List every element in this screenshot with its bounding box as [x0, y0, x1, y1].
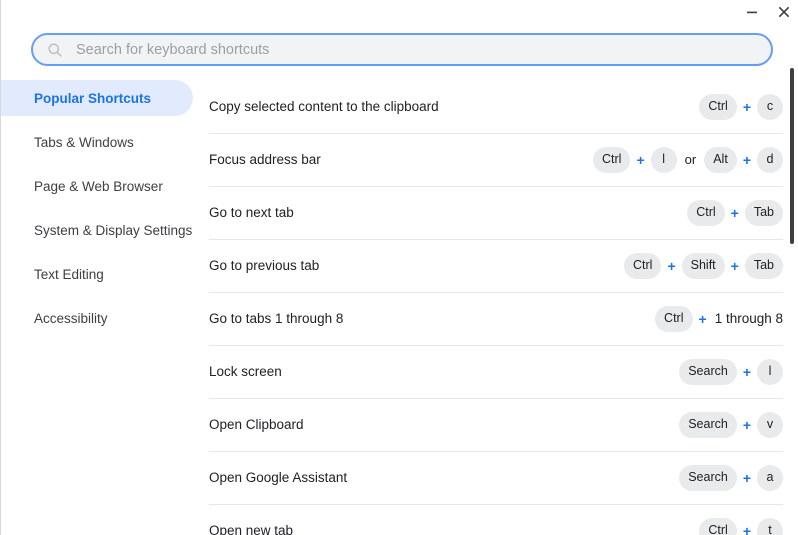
shortcut-description: Open Google Assistant: [209, 470, 348, 485]
key-chip: Tab: [744, 252, 783, 279]
shortcut-description: Open Clipboard: [209, 417, 304, 432]
shortcut-description: Go to tabs 1 through 8: [209, 311, 344, 326]
sidebar-item-page-and-web-browser[interactable]: Page & Web Browser: [1, 168, 193, 204]
shortcut-description: Go to next tab: [209, 205, 294, 220]
key-chip: l: [650, 146, 677, 173]
close-button[interactable]: [769, 0, 798, 24]
key-chip: Tab: [744, 199, 783, 226]
shortcut-description: Focus address bar: [209, 152, 321, 167]
key-chip: Ctrl: [624, 252, 662, 279]
key-chip: Alt: [704, 146, 737, 173]
sidebar-item-popular-shortcuts[interactable]: Popular Shortcuts: [1, 80, 193, 116]
sidebar-item-label: System & Display Settings: [34, 222, 193, 238]
key-chip: Ctrl: [699, 517, 737, 535]
shortcut-row: Open new tab Ctrl + t: [193, 504, 798, 535]
key-plus-separator: +: [742, 469, 751, 486]
key-plus-separator: +: [742, 98, 751, 115]
key-chip: v: [757, 411, 783, 438]
search-input[interactable]: [76, 39, 757, 60]
key-chip: Ctrl: [687, 199, 725, 226]
shortcut-description: Go to previous tab: [209, 258, 320, 273]
key-chip: a: [757, 464, 783, 491]
key-plus-separator: +: [742, 151, 751, 168]
key-plus-separator: +: [730, 257, 739, 274]
key-plain-text: 1 through 8: [714, 310, 783, 326]
shortcut-row: Open Clipboard Search + v: [193, 398, 798, 451]
key-chip: c: [757, 93, 783, 120]
sidebar-item-tabs-and-windows[interactable]: Tabs & Windows: [1, 124, 193, 160]
shortcut-description: Copy selected content to the clipboard: [209, 99, 439, 114]
key-plus-separator: +: [742, 416, 751, 433]
key-chip: Ctrl: [593, 146, 631, 173]
shortcut-row: Open Google Assistant Search + a: [193, 451, 798, 504]
shortcut-keys: Ctrl + l or Alt + d: [593, 146, 783, 173]
key-chip: d: [757, 146, 783, 173]
shortcut-keys: Ctrl + Shift + Tab: [624, 252, 783, 279]
sidebar-item-label: Accessibility: [34, 310, 108, 326]
key-plus-separator: +: [730, 204, 739, 221]
sidebar-item-accessibility[interactable]: Accessibility: [1, 300, 193, 336]
shortcut-description: Open new tab: [209, 523, 294, 535]
sidebar-item-label: Popular Shortcuts: [34, 90, 152, 106]
shortcut-keys: Ctrl + t: [699, 517, 783, 535]
key-or-separator: or: [684, 152, 697, 167]
main-content: Popular Shortcuts Tabs & Windows Page & We…: [1, 80, 798, 535]
search-bar[interactable]: [31, 33, 773, 66]
sidebar-item-label: Page & Web Browser: [34, 178, 163, 194]
title-bar: [1, 0, 798, 24]
shortcut-keys: Search + a: [679, 464, 783, 491]
shortcut-row: Lock screen Search + l: [193, 345, 798, 398]
key-plus-separator: +: [636, 151, 645, 168]
shortcut-keys: Ctrl + c: [699, 93, 783, 120]
shortcut-row: Copy selected content to the clipboard Ct…: [193, 80, 798, 133]
key-chip: Shift: [681, 252, 725, 279]
sidebar-item-label: Text Editing: [34, 266, 104, 282]
sidebar-item-text-editing[interactable]: Text Editing: [1, 256, 193, 292]
shortcut-keys: Search + l: [679, 358, 783, 385]
key-chip: Ctrl: [699, 93, 737, 120]
shortcut-row: Go to previous tab Ctrl + Shift + Tab: [193, 239, 798, 292]
key-plus-separator: +: [742, 522, 751, 535]
sidebar: Popular Shortcuts Tabs & Windows Page & We…: [1, 80, 193, 535]
keyboard-shortcuts-window: Popular Shortcuts Tabs & Windows Page & We…: [0, 0, 798, 535]
key-chip: t: [757, 517, 783, 535]
key-chip: Search: [679, 358, 737, 385]
shortcut-keys: Ctrl + Tab: [687, 199, 783, 226]
key-plus-separator: +: [698, 310, 707, 327]
scrollbar-thumb[interactable]: [790, 68, 794, 244]
shortcut-row: Go to tabs 1 through 8 Ctrl +1 through 8: [193, 292, 798, 345]
key-chip: Search: [679, 464, 737, 491]
shortcut-row: Go to next tab Ctrl + Tab: [193, 186, 798, 239]
sidebar-item-system-and-display-settings[interactable]: System & Display Settings: [1, 212, 193, 248]
minimize-button[interactable]: [737, 0, 767, 24]
shortcut-row: Focus address bar Ctrl + l or Alt + d: [193, 133, 798, 186]
key-plus-separator: +: [667, 257, 676, 274]
key-plus-separator: +: [742, 363, 751, 380]
shortcut-list: Copy selected content to the clipboard Ct…: [193, 80, 798, 535]
shortcut-description: Lock screen: [209, 364, 282, 379]
search-icon: [47, 42, 63, 58]
sidebar-item-label: Tabs & Windows: [34, 134, 134, 150]
key-chip: l: [757, 358, 783, 385]
key-chip: Ctrl: [655, 305, 693, 332]
scrollbar[interactable]: [783, 62, 798, 535]
shortcut-keys: Search + v: [679, 411, 783, 438]
key-chip: Search: [679, 411, 737, 438]
shortcut-keys: Ctrl +1 through 8: [655, 305, 783, 332]
